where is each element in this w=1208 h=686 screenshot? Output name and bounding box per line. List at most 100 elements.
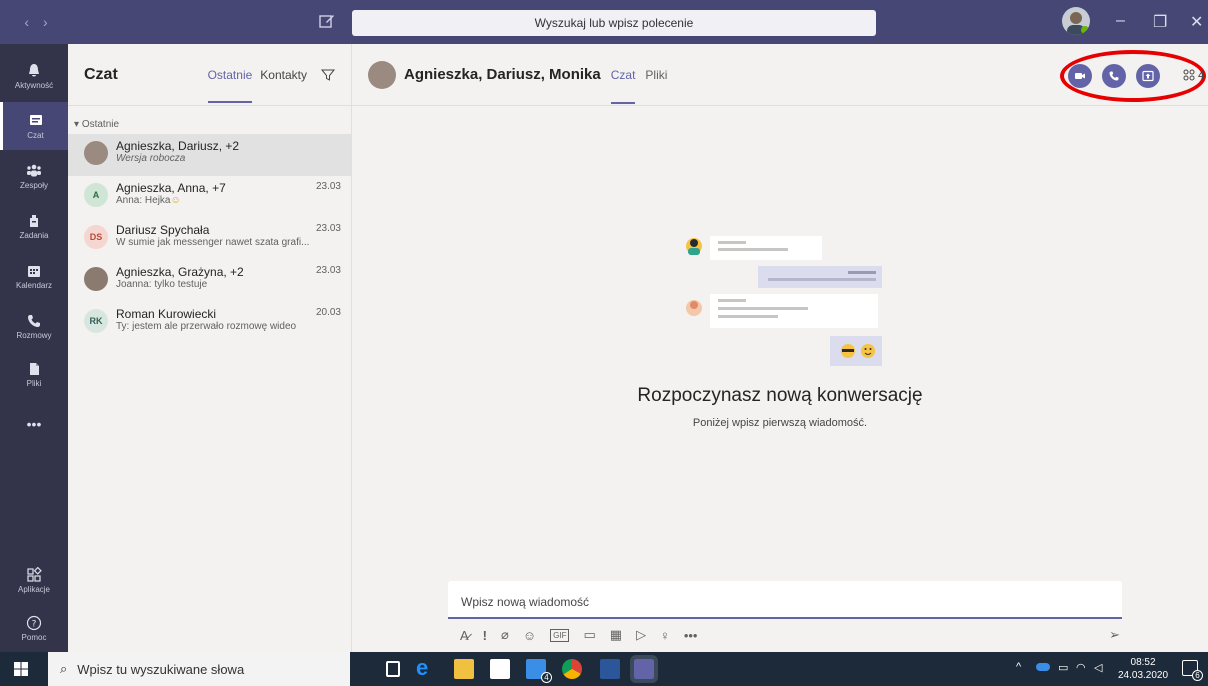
empty-state-title: Rozpoczynasz nową konwersację [637,385,923,406]
chat-preview: W sumie jak messenger nawet szata grafi.… [116,237,310,248]
rail-item-tasks[interactable]: Zadania [0,202,68,250]
rail-label: Aktywność [14,80,54,90]
rail-label: Czat [27,130,44,140]
format-icon[interactable]: A̷ [460,628,469,643]
rail-label: Rozmowy [16,330,52,340]
windows-start-icon[interactable] [14,662,28,676]
chat-item[interactable]: Agnieszka, Grażyna, +2 Joanna: tylko tes… [68,260,351,302]
task-view-icon[interactable] [386,661,400,677]
praise-icon[interactable]: ♀ [660,628,670,643]
more-options-icon[interactable]: ••• [684,628,698,643]
chat-name: Dariusz Spychała [116,223,210,237]
user-avatar-icon [1067,12,1089,35]
edge-icon[interactable]: e [416,655,436,680]
clock-date: 24.03.2020 [1118,670,1169,681]
profile-avatar[interactable] [1062,7,1090,35]
compose-toolbar: A̷ ! ⌀ ☺ GIF ▭ ▦ ▷ ♀ ••• ➢ [460,624,1120,646]
message-input[interactable]: Wpisz nową wiadomość [448,581,1122,619]
taskbar-search-input[interactable]: ⌕ Wpisz tu wyszukiwane słowa [48,652,350,686]
taskbar-clock[interactable]: 08:52 24.03.2020 [1118,656,1168,682]
priority-icon[interactable]: ! [483,628,487,643]
emoji-icon[interactable]: ☺ [523,628,536,643]
search-icon: ⌕ [60,661,68,676]
maximize-button[interactable]: ❐ [1153,12,1167,32]
mail-icon[interactable]: 4 [526,659,552,683]
teams-icon[interactable] [630,655,658,683]
new-chat-icon[interactable] [318,12,336,30]
rail-item-apps[interactable]: Aplikacje [0,556,68,604]
phone-icon [28,314,40,327]
chrome-icon[interactable] [562,659,582,679]
close-button[interactable]: ✕ [1190,12,1203,32]
rail-item-activity[interactable]: Aktywność [0,52,68,100]
attach-icon[interactable]: ⌀ [501,627,509,643]
wifi-icon[interactable]: ◠ [1076,661,1086,674]
rail-item-help[interactable]: ? Pomoc [0,604,68,652]
tray-chevron-icon[interactable]: ^ [1016,661,1021,673]
forward-button[interactable]: › [43,14,48,30]
tab-files[interactable]: Pliki [645,68,667,82]
user-avatar: RK [84,309,108,333]
store-icon[interactable] [490,659,510,679]
search-placeholder: Wyszukaj lub wpisz polecenie [534,16,694,30]
chat-preview: Wersja robocza [116,153,186,164]
rail-item-chat[interactable]: Czat [0,102,68,150]
bell-icon [29,63,39,76]
chat-preview: Ty: jestem ale przerwało rozmowę wideo [116,321,297,332]
rail-more-button[interactable]: ••• [0,400,68,448]
rail-label: Pomoc [21,632,47,642]
message-placeholder: Wpisz nową wiadomość [461,595,590,609]
battery-icon[interactable]: ▭ [1058,661,1068,674]
onedrive-icon[interactable] [1036,663,1050,671]
chat-list-header: Czat Ostatnie Kontakty [68,44,351,106]
rail-item-calendar[interactable]: Kalendarz [0,252,68,300]
group-avatar: A [84,183,108,207]
search-input[interactable]: Wyszukaj lub wpisz polecenie [352,10,876,36]
stream-icon[interactable]: ▷ [636,627,646,643]
participants-count: 4 [1198,68,1205,82]
chat-item[interactable]: DS Dariusz Spychała W sumie jak messenge… [68,218,351,260]
chat-name: Roman Kurowiecki [116,307,217,321]
user-avatar: DS [84,225,108,249]
schedule-meeting-icon[interactable]: ▦ [610,627,622,643]
clock-time: 08:52 [1130,657,1156,668]
chat-date: 23.03 [315,265,341,276]
rail-item-teams[interactable]: Zespoły [0,152,68,200]
mail-badge: 4 [541,672,552,683]
chat-item[interactable]: Agnieszka, Dariusz, +2 Wersja robocza [68,134,351,176]
word-icon[interactable] [600,659,620,679]
sticker-icon[interactable]: ▭ [583,627,595,643]
file-explorer-icon[interactable] [454,659,474,679]
taskbar-search-placeholder: Wpisz tu wyszukiwane słowa [77,661,245,677]
chat-name: Agnieszka, Dariusz, +2 [116,139,240,153]
conversation-title[interactable]: Agnieszka, Dariusz, Monika [404,66,601,83]
chat-date: 20.03 [315,307,341,318]
title-bar: ‹ › Wyszukaj lub wpisz polecenie – ❐ ✕ [0,0,1208,44]
tab-contacts[interactable]: Kontakty [260,68,307,82]
empty-state-subtitle: Poniżej wpisz pierwszą wiadomość. [692,417,868,429]
chat-name: Agnieszka, Anna, +7 [116,181,226,195]
section-recent[interactable]: ▾ Ostatnie [68,106,351,134]
smile-emoji-icon: ☺ [170,195,181,206]
volume-icon[interactable]: ◁ [1094,661,1102,674]
tab-chat[interactable]: Czat [610,68,635,104]
nav-arrows: ‹ › [0,14,72,30]
more-icon: ••• [26,416,42,432]
back-button[interactable]: ‹ [24,14,29,30]
conversation-pane: Agnieszka, Dariusz, Monika Czat Pliki 4 … [352,44,1208,652]
rail-label: Kalendarz [15,280,53,290]
notifications-icon[interactable]: 6 [1182,660,1203,681]
participants-button[interactable]: 4 [1182,68,1205,82]
rail-item-calls[interactable]: Rozmowy [0,302,68,350]
tab-recent[interactable]: Ostatnie [207,68,252,103]
send-icon[interactable]: ➢ [1109,627,1120,643]
minimize-button[interactable]: – [1116,12,1125,30]
filter-icon[interactable] [321,68,335,82]
chat-item[interactable]: A Agnieszka, Anna, +7 Anna: Hejka☺ 23.03 [68,176,351,218]
rail-label: Pliki [26,378,42,388]
chat-icon [29,114,42,125]
gif-icon[interactable]: GIF [550,628,570,642]
rail-item-files[interactable]: Pliki [0,350,68,398]
app-rail: Aktywność Czat Zespoły Zadania Kalendarz… [0,44,68,652]
chat-item[interactable]: RK Roman Kurowiecki Ty: jestem ale przer… [68,302,351,344]
